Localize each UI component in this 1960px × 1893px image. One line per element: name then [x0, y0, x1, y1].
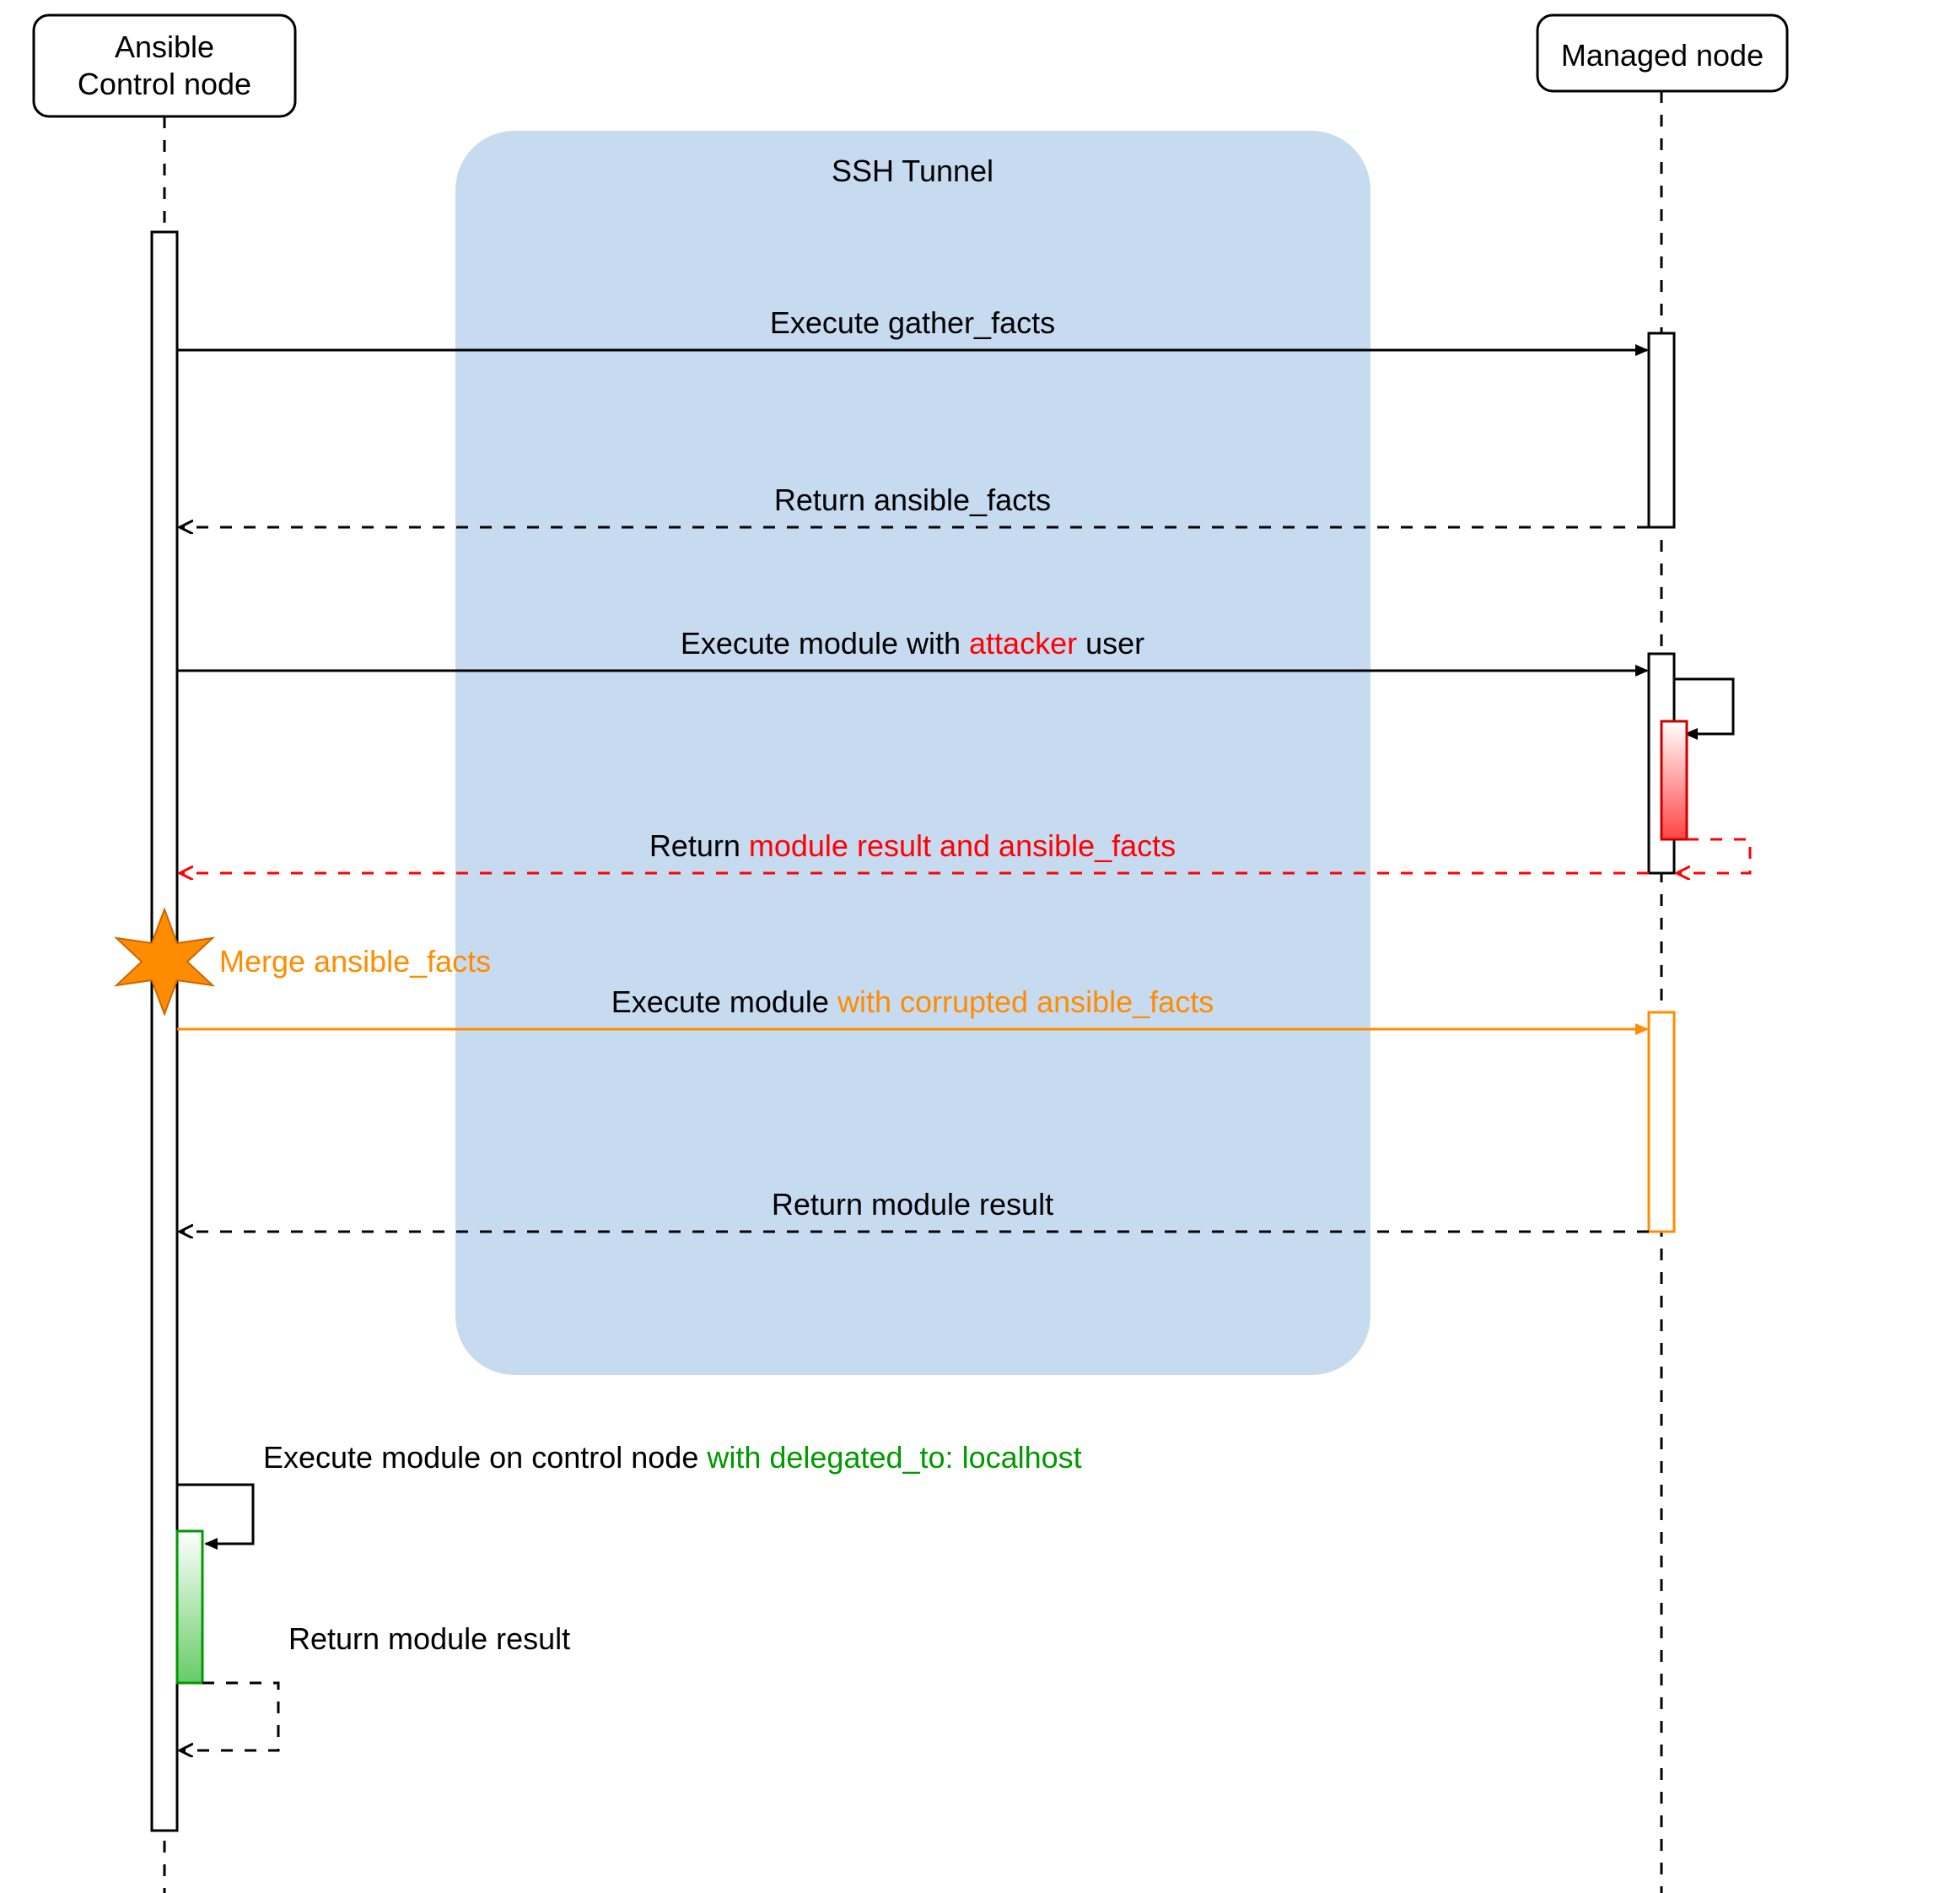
activation-managed-1 [1649, 333, 1674, 527]
merge-label: Merge ansible_facts [219, 944, 491, 979]
managed-self-return [1677, 839, 1750, 873]
activation-managed-orange [1649, 1012, 1674, 1232]
msg6-label: Return module result [772, 1187, 1053, 1222]
participant-control-line1: Ansible [115, 30, 214, 64]
msg7-green: with delegated_to: localhost [706, 1440, 1081, 1475]
msg7-label: Execute module on control node with dele… [263, 1440, 1082, 1475]
participant-managed: Managed node [1537, 15, 1787, 91]
ssh-tunnel-label: SSH Tunnel [832, 154, 993, 188]
merge-star-icon [116, 909, 213, 1014]
sequence-diagram: SSH Tunnel Ansible Control node Managed … [0, 0, 1960, 1893]
msg4-prefix: Return [649, 828, 749, 863]
participant-managed-label: Managed node [1561, 38, 1763, 73]
msg3-label: Execute module with attacker user [681, 626, 1144, 661]
msg5-prefix: Execute module [611, 984, 837, 1019]
msg5-label: Execute module with corrupted ansible_fa… [611, 984, 1214, 1019]
msg4-label: Return module result and ansible_facts [649, 828, 1176, 863]
msg2-label: Return ansible_facts [774, 483, 1051, 517]
msg1-label: Execute gather_facts [770, 305, 1055, 340]
activation-managed-red [1661, 721, 1687, 839]
msg3-attacker: attacker [969, 626, 1077, 661]
msg3-suffix: user [1077, 626, 1144, 661]
participant-control: Ansible Control node [34, 15, 295, 116]
msg5-orange: with corrupted ansible_facts [837, 984, 1214, 1019]
control-self-return [180, 1683, 278, 1750]
activation-control-green [177, 1531, 202, 1683]
activation-control-main [152, 232, 177, 1831]
msg3-prefix: Execute module with [681, 626, 969, 661]
msg8-label: Return module result [288, 1621, 570, 1656]
msg4-red: module result and ansible_facts [749, 828, 1176, 863]
msg7-prefix: Execute module on control node [263, 1440, 707, 1475]
participant-control-line2: Control node [78, 67, 251, 101]
